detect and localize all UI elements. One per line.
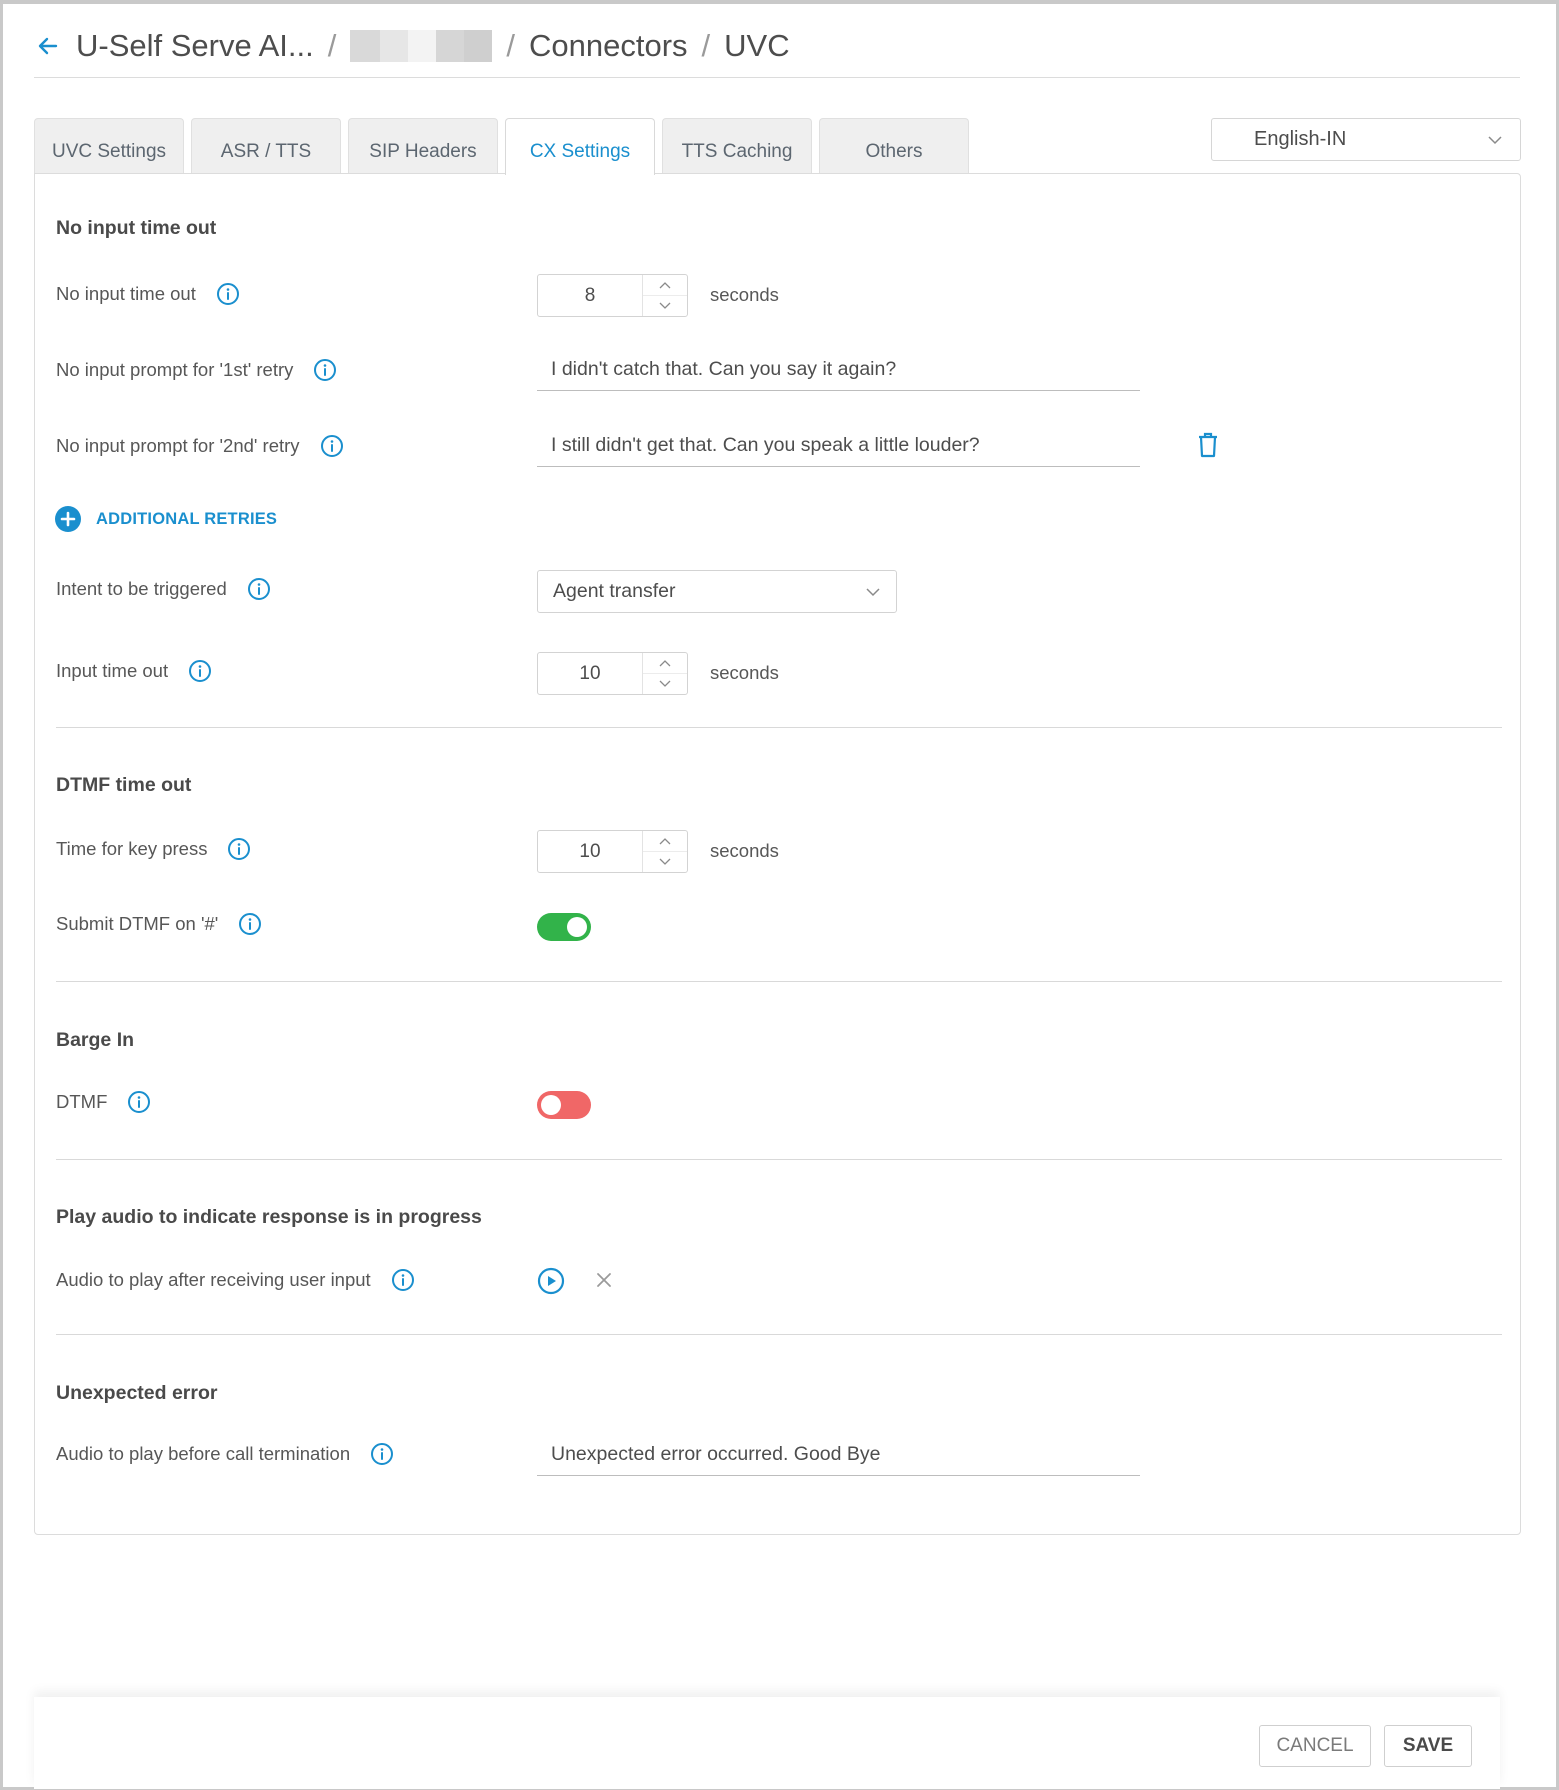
- chevron-up-icon[interactable]: [643, 653, 687, 674]
- label-text: No input time out: [56, 283, 196, 304]
- play-circle-icon[interactable]: [536, 1266, 566, 1296]
- language-select[interactable]: English-IN: [1211, 118, 1521, 161]
- breadcrumb-item-connectors[interactable]: Connectors: [529, 28, 688, 64]
- chevron-down-icon[interactable]: [643, 674, 687, 694]
- field-label-input-timeout: Input time out: [56, 659, 212, 683]
- redacted-breadcrumb-item: [350, 29, 493, 62]
- unit-label: seconds: [710, 840, 779, 861]
- tab-sip-headers[interactable]: SIP Headers: [348, 118, 498, 174]
- toggle-knob: [541, 1095, 561, 1115]
- stepper-arrows: [643, 653, 687, 694]
- label-text: No input prompt for '2nd' retry: [56, 435, 300, 456]
- section-divider: [56, 1159, 1502, 1160]
- chevron-down-icon[interactable]: [643, 852, 687, 872]
- add-circle-icon: [55, 506, 81, 532]
- breadcrumb-separator: /: [327, 27, 337, 63]
- label-text: Input time out: [56, 660, 169, 681]
- section-divider: [56, 1334, 1502, 1335]
- section-title-dtmf-timeout: DTMF time out: [56, 774, 192, 796]
- breadcrumb-separator: /: [701, 27, 711, 63]
- close-icon[interactable]: [591, 1267, 617, 1293]
- field-label-audio-before-termination: Audio to play before call termination: [56, 1442, 394, 1466]
- label-text: No input prompt for '1st' retry: [56, 359, 294, 380]
- label-text: Submit DTMF on '#': [56, 913, 219, 934]
- cx-settings-panel: No input time out No input time out 8 se…: [34, 173, 1521, 1535]
- field-label-intent: Intent to be triggered: [56, 577, 271, 601]
- section-title-no-input: No input time out: [56, 217, 217, 239]
- info-icon[interactable]: [313, 358, 337, 382]
- unit-label: seconds: [710, 284, 779, 305]
- info-icon[interactable]: [216, 282, 240, 306]
- field-label-no-input-timeout: No input time out: [56, 282, 240, 306]
- section-divider: [56, 727, 1502, 728]
- info-icon[interactable]: [247, 577, 271, 601]
- info-icon[interactable]: [370, 1442, 394, 1466]
- toggle-knob: [567, 917, 587, 937]
- field-label-retry-1: No input prompt for '1st' retry: [56, 358, 337, 382]
- label-text: Audio to play before call termination: [56, 1443, 351, 1464]
- termination-audio-input[interactable]: [537, 1434, 1140, 1476]
- save-button[interactable]: SAVE: [1384, 1725, 1472, 1767]
- section-divider: [56, 981, 1502, 982]
- barge-in-dtmf-toggle[interactable]: [537, 1091, 591, 1119]
- stepper-value[interactable]: 10: [538, 831, 643, 872]
- field-label-barge-in-dtmf: DTMF: [56, 1090, 151, 1114]
- cancel-button[interactable]: CANCEL: [1259, 1725, 1371, 1767]
- chevron-up-icon[interactable]: [643, 275, 687, 296]
- footer-bar: CANCEL SAVE: [34, 1697, 1500, 1789]
- info-icon[interactable]: [320, 434, 344, 458]
- stepper-arrows: [643, 831, 687, 872]
- delete-icon[interactable]: [1193, 430, 1223, 460]
- field-label-retry-2: No input prompt for '2nd' retry: [56, 434, 344, 458]
- section-title-barge-in: Barge In: [56, 1029, 135, 1051]
- tab-cx-settings[interactable]: CX Settings: [505, 118, 655, 175]
- stepper-arrows: [643, 275, 687, 316]
- chevron-down-icon: [864, 583, 882, 607]
- field-label-audio-after-input: Audio to play after receiving user input: [56, 1268, 415, 1292]
- tab-uvc-settings[interactable]: UVC Settings: [34, 118, 184, 174]
- chevron-up-icon[interactable]: [643, 831, 687, 852]
- tab-others[interactable]: Others: [819, 118, 969, 174]
- info-icon[interactable]: [188, 659, 212, 683]
- intent-select[interactable]: Agent transfer: [537, 570, 897, 613]
- info-icon[interactable]: [227, 837, 251, 861]
- section-title-unexpected-error: Unexpected error: [56, 1382, 218, 1404]
- language-select-value: English-IN: [1254, 128, 1347, 150]
- info-icon[interactable]: [391, 1268, 415, 1292]
- stepper-value[interactable]: 10: [538, 653, 643, 694]
- section-title-play-audio: Play audio to indicate response is in pr…: [56, 1206, 482, 1228]
- additional-retries-button[interactable]: ADDITIONAL RETRIES: [54, 505, 277, 533]
- stepper-value[interactable]: 8: [538, 275, 643, 316]
- chevron-down-icon: [1486, 131, 1504, 155]
- label-text: Time for key press: [56, 838, 208, 859]
- label-text: DTMF: [56, 1091, 108, 1112]
- field-label-submit-dtmf: Submit DTMF on '#': [56, 912, 262, 936]
- label-text: Audio to play after receiving user input: [56, 1269, 371, 1290]
- submit-dtmf-toggle[interactable]: [537, 913, 591, 941]
- input-timeout-stepper[interactable]: 10: [537, 652, 688, 695]
- tab-bar: UVC Settings ASR / TTS SIP Headers CX Se…: [34, 118, 976, 175]
- key-press-timeout-stepper[interactable]: 10: [537, 830, 688, 873]
- tab-asr-tts[interactable]: ASR / TTS: [191, 118, 341, 174]
- label-text: Intent to be triggered: [56, 578, 227, 599]
- info-icon[interactable]: [127, 1090, 151, 1114]
- breadcrumb-item-app[interactable]: U-Self Serve AI...: [76, 28, 314, 64]
- breadcrumb-separator: /: [506, 27, 516, 63]
- additional-retries-label: ADDITIONAL RETRIES: [96, 509, 278, 528]
- breadcrumb-item-current: UVC: [724, 27, 790, 63]
- intent-select-value: Agent transfer: [553, 580, 676, 602]
- chevron-down-icon[interactable]: [643, 296, 687, 316]
- info-icon[interactable]: [238, 912, 262, 936]
- retry-1-prompt-input[interactable]: [537, 349, 1140, 391]
- back-arrow-icon[interactable]: [34, 32, 62, 60]
- no-input-timeout-stepper[interactable]: 8: [537, 274, 688, 317]
- field-label-key-press: Time for key press: [56, 837, 251, 861]
- breadcrumb: U-Self Serve AI... / / Connectors / UVC: [34, 14, 1520, 78]
- unit-label: seconds: [710, 662, 779, 683]
- tab-tts-caching[interactable]: TTS Caching: [662, 118, 812, 174]
- retry-2-prompt-input[interactable]: [537, 425, 1140, 467]
